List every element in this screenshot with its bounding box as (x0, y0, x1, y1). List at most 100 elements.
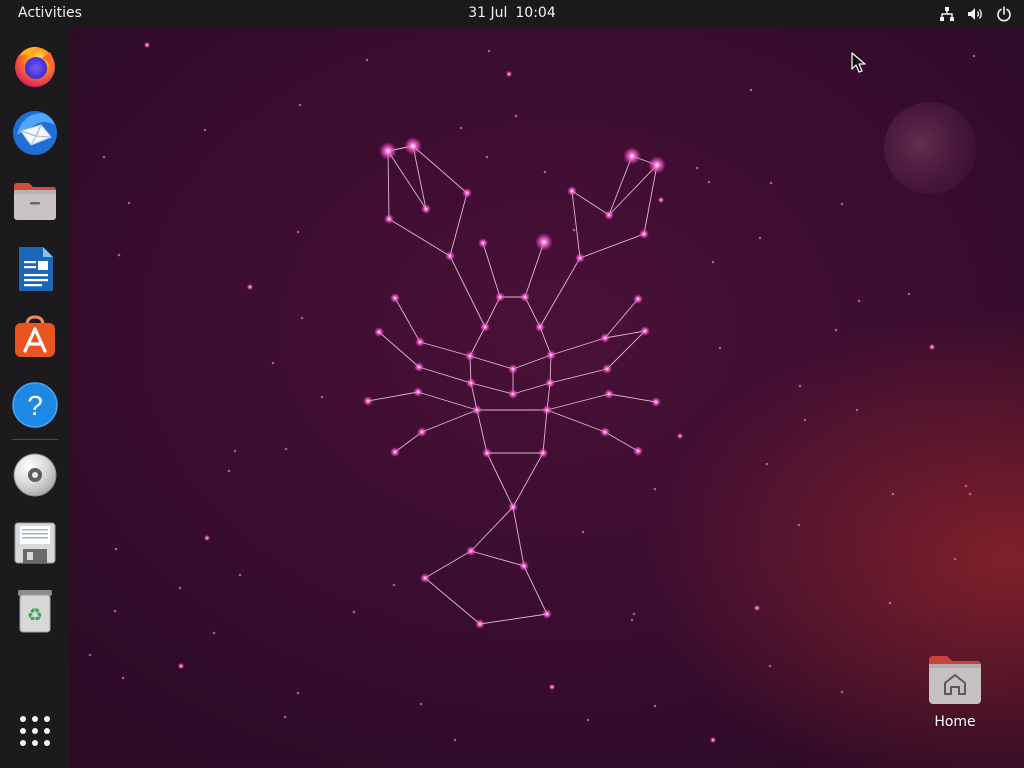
moon-shape (884, 102, 976, 194)
constellation-star (413, 387, 423, 397)
files-folder-icon (14, 183, 56, 220)
thunderbird-mail-icon (13, 111, 57, 155)
background-star (392, 583, 396, 587)
constellation-star (462, 188, 472, 198)
constellation-line (479, 613, 548, 625)
background-star (127, 201, 131, 205)
background-star (803, 418, 807, 422)
dock-item-files[interactable] (9, 175, 61, 227)
dock-item-help[interactable]: ? (9, 379, 61, 431)
constellation-star (414, 362, 424, 372)
constellation-line (424, 577, 481, 625)
constellation-line (643, 164, 658, 235)
desktop[interactable]: Activities 31 Jul 10:04 ? ♻ Home (0, 0, 1024, 768)
background-star (178, 586, 182, 590)
background-star (320, 395, 324, 399)
constellation-star (379, 142, 397, 160)
background-star (365, 58, 369, 62)
constellation-line (512, 382, 551, 395)
constellation-line (512, 506, 525, 567)
background-star (753, 604, 761, 612)
dock-item-trash[interactable]: ♻ (9, 585, 61, 637)
show-applications-button[interactable] (9, 705, 61, 757)
constellation-line (546, 409, 606, 433)
dock-item-libreoffice-writer[interactable] (9, 243, 61, 295)
background-star (300, 316, 304, 320)
constellation-line (470, 550, 525, 567)
constellation-line (484, 296, 501, 328)
background-star (968, 492, 972, 496)
background-star (964, 484, 968, 488)
dock-item-optical-drive[interactable] (9, 449, 61, 501)
lobster-constellation-lines (367, 145, 658, 625)
constellation-line (608, 155, 633, 216)
constellation-line (470, 382, 514, 395)
background-star (797, 523, 801, 527)
dock-item-ubuntu-software[interactable] (9, 311, 61, 363)
background-star (653, 487, 657, 491)
floppy-disk-icon (14, 522, 56, 564)
trash-icon: ♻ (18, 590, 52, 633)
svg-text:♻: ♻ (27, 605, 43, 626)
background-star (117, 253, 121, 257)
constellation-star (495, 292, 505, 302)
background-star (352, 610, 356, 614)
constellation-star (519, 561, 529, 571)
constellation-line (608, 164, 658, 216)
background-star (632, 612, 636, 616)
constellation-line (394, 297, 421, 343)
constellation-star (390, 447, 400, 457)
cd-disc-icon (13, 453, 57, 497)
background-star (707, 180, 711, 184)
constellation-line (387, 150, 390, 220)
background-star (676, 432, 684, 440)
background-star (581, 530, 585, 534)
background-star (953, 557, 957, 561)
dock-item-firefox[interactable] (9, 39, 61, 91)
constellation-star (602, 364, 612, 374)
constellation-star (648, 156, 666, 174)
constellation-line (449, 255, 486, 328)
desktop-home-icon[interactable]: Home (920, 652, 990, 742)
constellation-line (550, 337, 606, 356)
constellation-star (538, 448, 548, 458)
constellation-star (415, 337, 425, 347)
background-star (653, 704, 657, 708)
background-star (238, 573, 242, 577)
clock-button[interactable]: 31 Jul 10:04 (468, 5, 556, 21)
background-star (419, 702, 423, 706)
background-star (284, 447, 288, 451)
constellation-line (378, 331, 420, 368)
constellation-line (367, 391, 419, 402)
constellation-line (542, 409, 548, 454)
background-star (907, 292, 911, 296)
clock-date: 31 Jul (468, 5, 508, 21)
mouse-pointer-icon (851, 52, 866, 73)
activities-button[interactable]: Activities (8, 0, 92, 27)
help-icon: ? (12, 382, 58, 428)
constellation-line (449, 192, 468, 257)
background-star (487, 49, 491, 53)
power-icon[interactable] (996, 5, 1012, 22)
background-star (718, 346, 722, 350)
dock-item-thunderbird[interactable] (9, 107, 61, 159)
constellation-line (418, 366, 472, 384)
background-star (271, 361, 275, 365)
constellation-line (388, 218, 451, 257)
background-star (840, 690, 844, 694)
dock-item-floppy-drive[interactable] (9, 517, 61, 569)
constellation-line (476, 409, 488, 454)
software-store-icon (15, 315, 55, 357)
background-star (798, 384, 802, 388)
volume-icon[interactable] (967, 6, 984, 22)
constellation-star (567, 186, 577, 196)
background-star (298, 103, 302, 107)
network-wired-icon[interactable] (939, 6, 955, 22)
constellation-star (363, 396, 373, 406)
background-star (769, 181, 773, 185)
constellation-line (524, 296, 541, 328)
top-bar: Activities 31 Jul 10:04 (0, 0, 1024, 27)
home-folder-icon (929, 656, 981, 704)
constellation-star (600, 333, 610, 343)
system-tray[interactable] (939, 0, 1012, 27)
